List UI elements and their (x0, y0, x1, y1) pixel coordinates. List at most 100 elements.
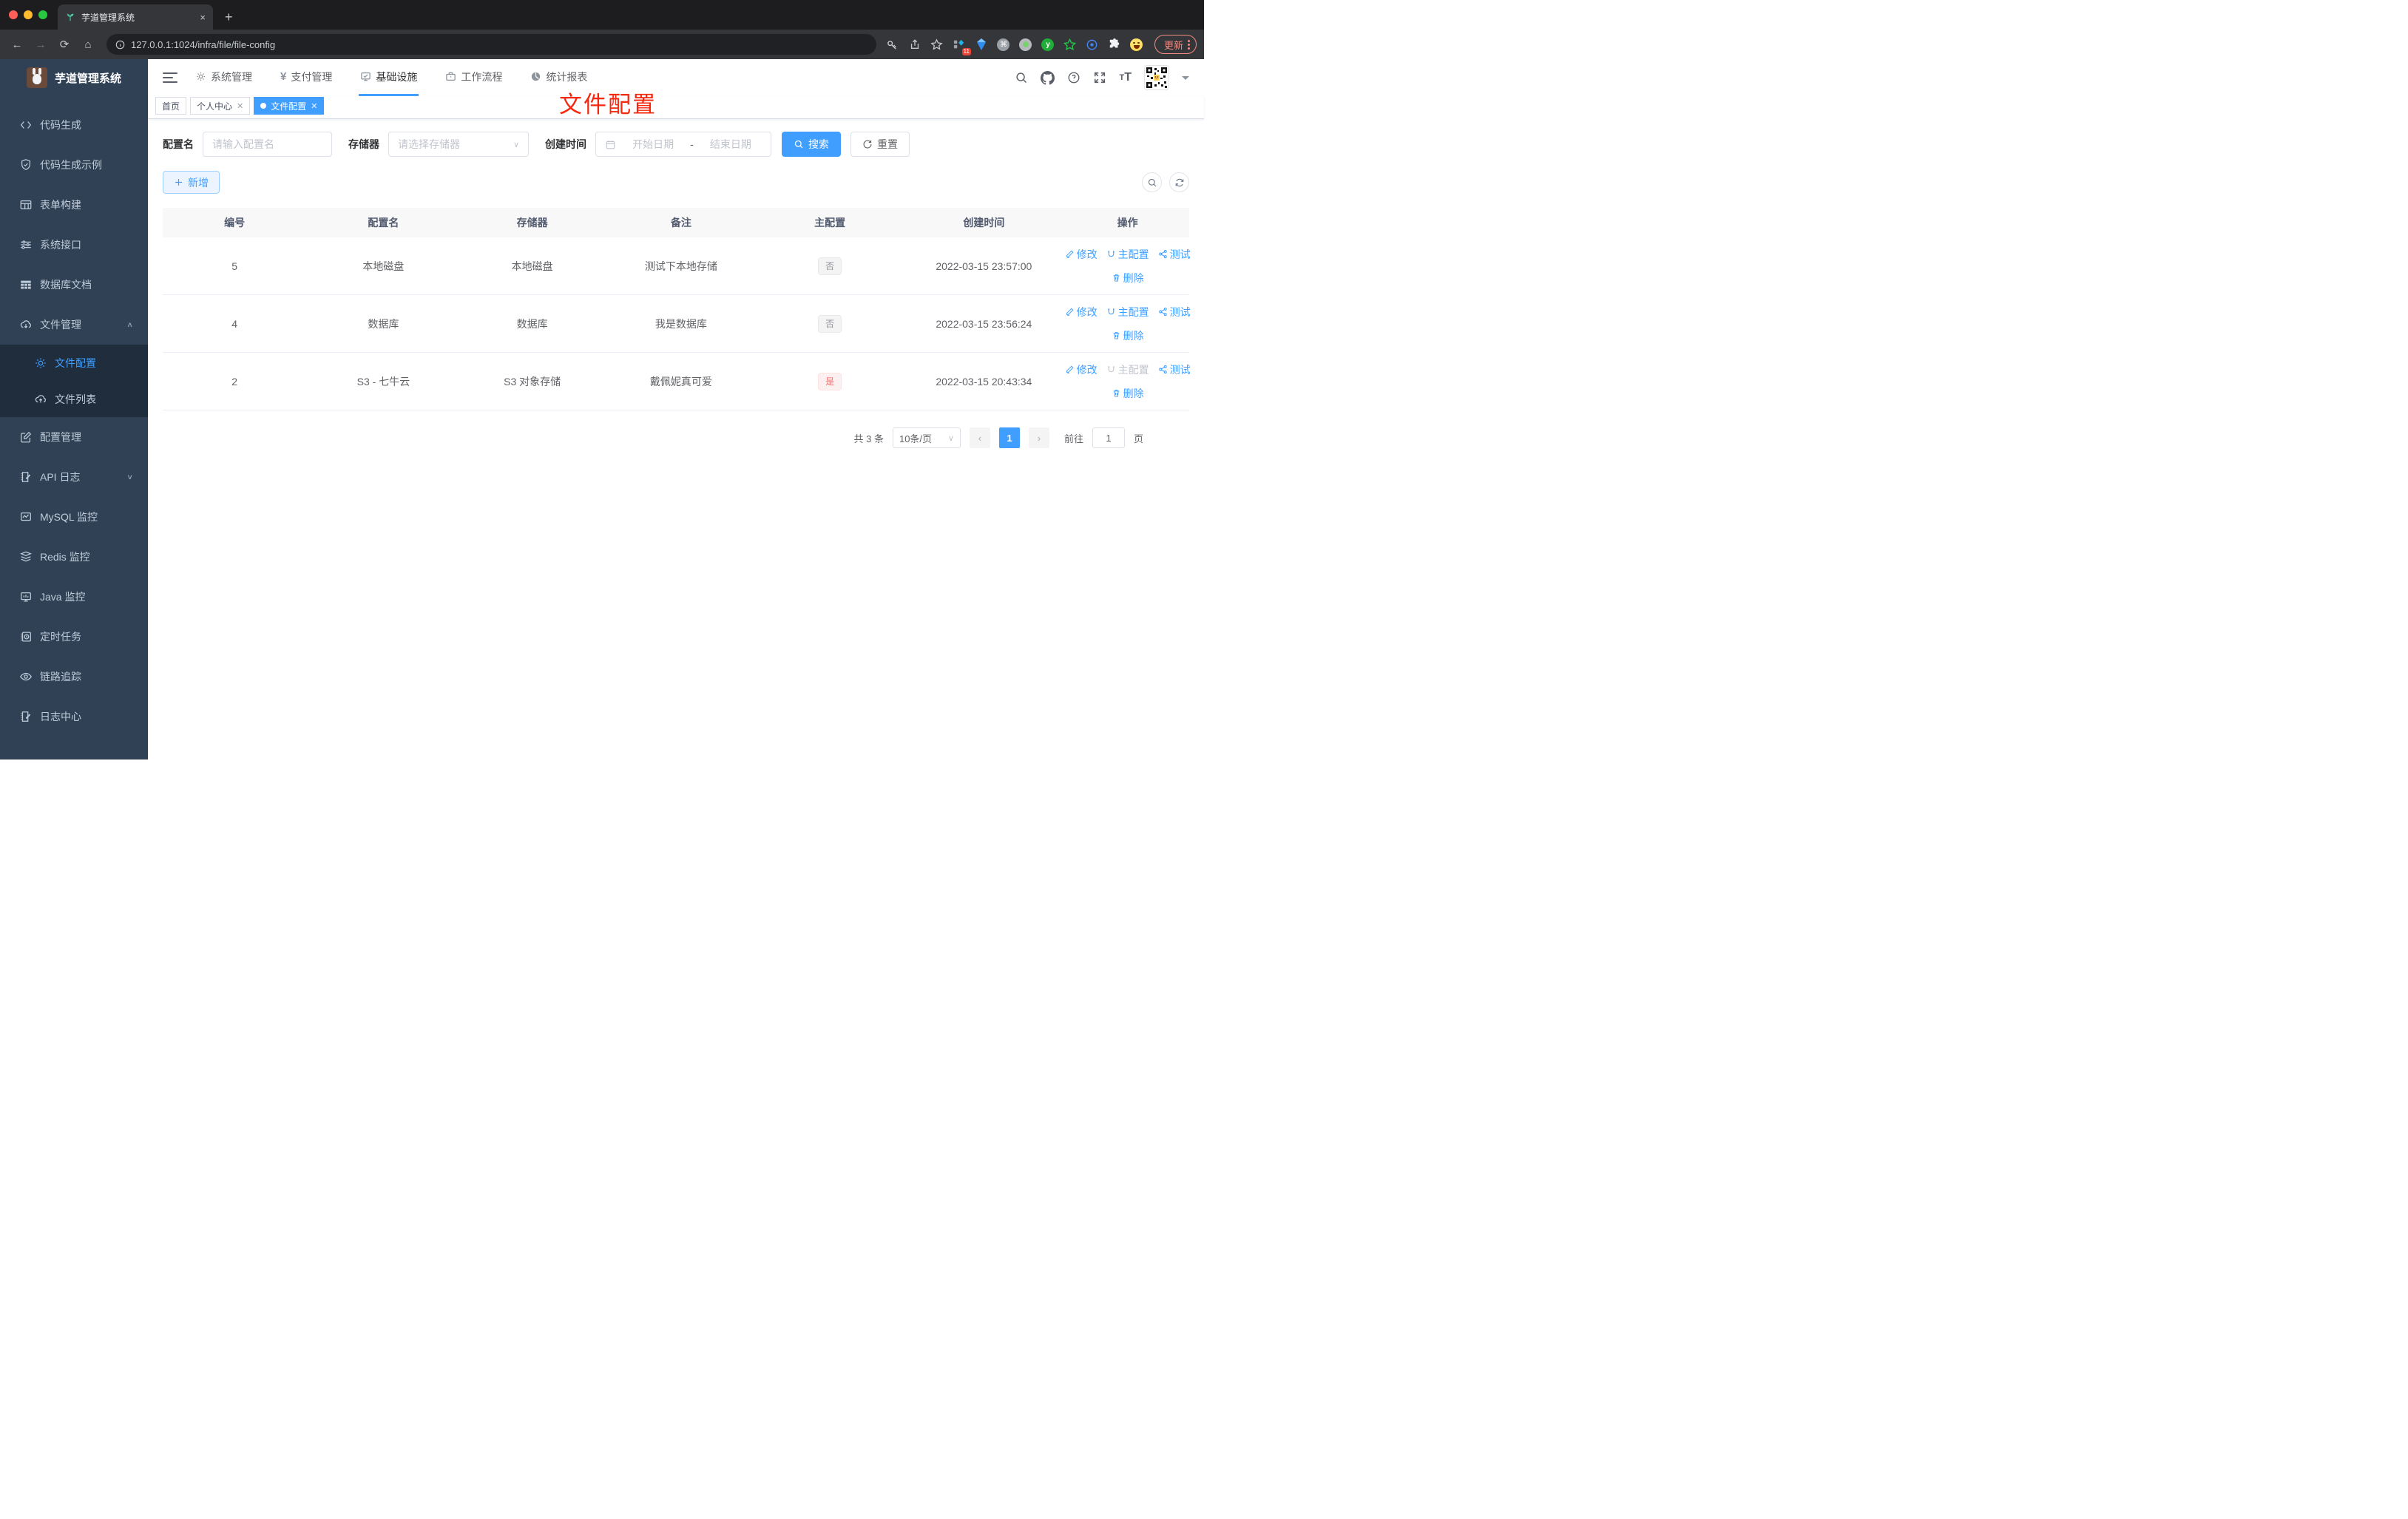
pencil-icon (1066, 250, 1074, 258)
edit-link[interactable]: 修改 (1065, 305, 1098, 319)
master-link[interactable]: 主配置 (1106, 305, 1149, 319)
nav-item-workflow[interactable]: 工作流程 (444, 59, 504, 96)
reset-button[interactable]: 重置 (850, 132, 910, 157)
close-tab-icon[interactable]: × (200, 12, 206, 23)
sidebar-item-api-log[interactable]: API 日志 ∨ (0, 457, 148, 497)
sidebar-item-mysql-monitor[interactable]: MySQL 监控 (0, 497, 148, 537)
search-icon[interactable] (1015, 71, 1028, 84)
extension-star-icon[interactable] (1063, 37, 1078, 52)
sidebar-item-db-doc[interactable]: 数据库文档 (0, 265, 148, 305)
help-icon[interactable] (1067, 71, 1080, 84)
avatar-dropdown-caret-icon[interactable] (1182, 75, 1189, 84)
filter-name-label: 配置名 (163, 138, 194, 150)
close-window-button[interactable] (9, 10, 18, 19)
github-icon[interactable] (1041, 70, 1055, 85)
sidebar-menu: 代码生成 代码生成示例 表单构建 系统接口 数据库文档 文件管理 ∧ 文件配置 … (0, 105, 148, 737)
reload-button[interactable]: ⟳ (55, 38, 74, 51)
sidebar-item-system-api[interactable]: 系统接口 (0, 225, 148, 265)
add-button[interactable]: 新增 (163, 171, 220, 194)
sidebar-item-trace[interactable]: 链路追踪 (0, 657, 148, 697)
bookmark-star-icon[interactable] (930, 37, 944, 52)
delete-link[interactable]: 删除 (1112, 386, 1144, 401)
search-button[interactable]: 搜索 (782, 132, 841, 157)
extension-eye-icon[interactable] (1085, 37, 1100, 52)
close-icon[interactable]: ✕ (237, 101, 243, 111)
sidebar-item-form-builder[interactable]: 表单构建 (0, 185, 148, 225)
next-page-button[interactable]: › (1028, 427, 1049, 448)
user-avatar-qr[interactable] (1144, 65, 1169, 90)
extension-dot-icon[interactable] (1018, 37, 1033, 52)
zoom-window-button[interactable] (38, 10, 47, 19)
briefcase-icon (446, 72, 456, 81)
sidebar-item-scheduled-task[interactable]: 定时任务 (0, 617, 148, 657)
page-tab-home[interactable]: 首页 (155, 97, 187, 115)
col-header-remark: 备注 (670, 217, 691, 229)
sidebar-item-log-center[interactable]: 日志中心 (0, 697, 148, 737)
app-logo-row[interactable]: 芋道管理系统 (0, 59, 148, 96)
master-link[interactable]: 主配置 (1106, 247, 1149, 262)
col-header-created: 创建时间 (963, 217, 1005, 229)
page-size-select[interactable]: 10条/页 ∨ (892, 427, 961, 448)
back-button[interactable]: ← (7, 38, 27, 51)
sidebar-item-file-list[interactable]: 文件列表 (0, 381, 148, 417)
extension-command-icon[interactable]: ⌘ (996, 37, 1011, 52)
search-button-label: 搜索 (808, 138, 829, 150)
password-key-icon[interactable] (885, 37, 900, 52)
sidebar-item-code-demo[interactable]: 代码生成示例 (0, 145, 148, 185)
cloud-download-icon (20, 320, 31, 328)
minimize-window-button[interactable] (24, 10, 33, 19)
end-date-placeholder[interactable]: 结束日期 (700, 137, 762, 152)
chrome-update-button[interactable]: 更新 (1154, 35, 1197, 54)
home-button[interactable]: ⌂ (78, 38, 98, 51)
new-tab-button[interactable]: + (213, 10, 245, 30)
start-date-placeholder[interactable]: 开始日期 (622, 137, 684, 152)
page-number-current[interactable]: 1 (998, 427, 1020, 448)
fullscreen-icon[interactable] (1093, 71, 1106, 84)
sidebar-item-code-gen[interactable]: 代码生成 (0, 105, 148, 145)
delete-link[interactable]: 删除 (1112, 271, 1144, 285)
magnet-icon (1107, 308, 1115, 315)
browser-tab[interactable]: 芋道管理系统 × (58, 4, 213, 30)
col-header-id: 编号 (224, 217, 246, 229)
date-range-picker[interactable]: 开始日期 - 结束日期 (595, 132, 771, 157)
forward-button[interactable]: → (31, 38, 50, 51)
collapse-sidebar-icon[interactable] (163, 72, 177, 83)
nav-item-infra[interactable]: 基础设施 (359, 59, 419, 96)
sidebar-item-config-mgmt[interactable]: 配置管理 (0, 417, 148, 457)
test-link[interactable]: 测试 (1158, 362, 1191, 377)
site-info-icon[interactable] (115, 40, 125, 50)
refresh-table-button[interactable] (1169, 172, 1189, 192)
test-link[interactable]: 测试 (1158, 305, 1191, 319)
storage-select[interactable]: 请选择存储器 ∨ (388, 132, 529, 157)
extension-tabs-icon[interactable]: 11 (952, 37, 971, 55)
chrome-menu-icon[interactable] (1188, 39, 1190, 50)
profile-avatar-emoji[interactable] (1129, 37, 1144, 52)
config-name-input[interactable] (212, 138, 322, 150)
close-icon[interactable]: ✕ (311, 101, 317, 111)
edit-link[interactable]: 修改 (1065, 362, 1098, 377)
extensions-puzzle-icon[interactable] (1107, 37, 1122, 52)
edit-link[interactable]: 修改 (1065, 247, 1098, 262)
goto-page-input[interactable] (1092, 427, 1125, 448)
extension-y-icon[interactable]: y (1041, 37, 1055, 52)
share-icon[interactable] (907, 37, 922, 52)
page-tab-file-config[interactable]: 文件配置 ✕ (254, 97, 325, 115)
sidebar-item-file-config[interactable]: 文件配置 (0, 345, 148, 381)
nav-item-pay[interactable]: ¥ 支付管理 (279, 59, 334, 96)
trash-icon (1113, 274, 1120, 282)
nav-item-system[interactable]: 系统管理 (194, 59, 254, 96)
sidebar-item-redis-monitor[interactable]: Redis 监控 (0, 537, 148, 577)
cell-created: 2022-03-15 23:57:00 (936, 260, 1032, 272)
show-search-button[interactable] (1142, 172, 1162, 192)
delete-link[interactable]: 删除 (1112, 328, 1144, 343)
sidebar-item-java-monitor[interactable]: Java 监控 (0, 577, 148, 617)
prev-page-button[interactable]: ‹ (969, 427, 990, 448)
sidebar-item-file-mgmt[interactable]: 文件管理 ∧ (0, 305, 148, 345)
window-controls[interactable] (0, 0, 58, 30)
test-link[interactable]: 测试 (1158, 247, 1191, 262)
extension-gem-icon[interactable] (974, 37, 989, 52)
page-tab-profile[interactable]: 个人中心 ✕ (190, 97, 251, 115)
address-bar[interactable]: 127.0.0.1:1024/infra/file/file-config (106, 34, 876, 55)
font-size-icon[interactable]: TT (1119, 71, 1132, 84)
cell-storage: S3 对象存储 (504, 375, 561, 388)
